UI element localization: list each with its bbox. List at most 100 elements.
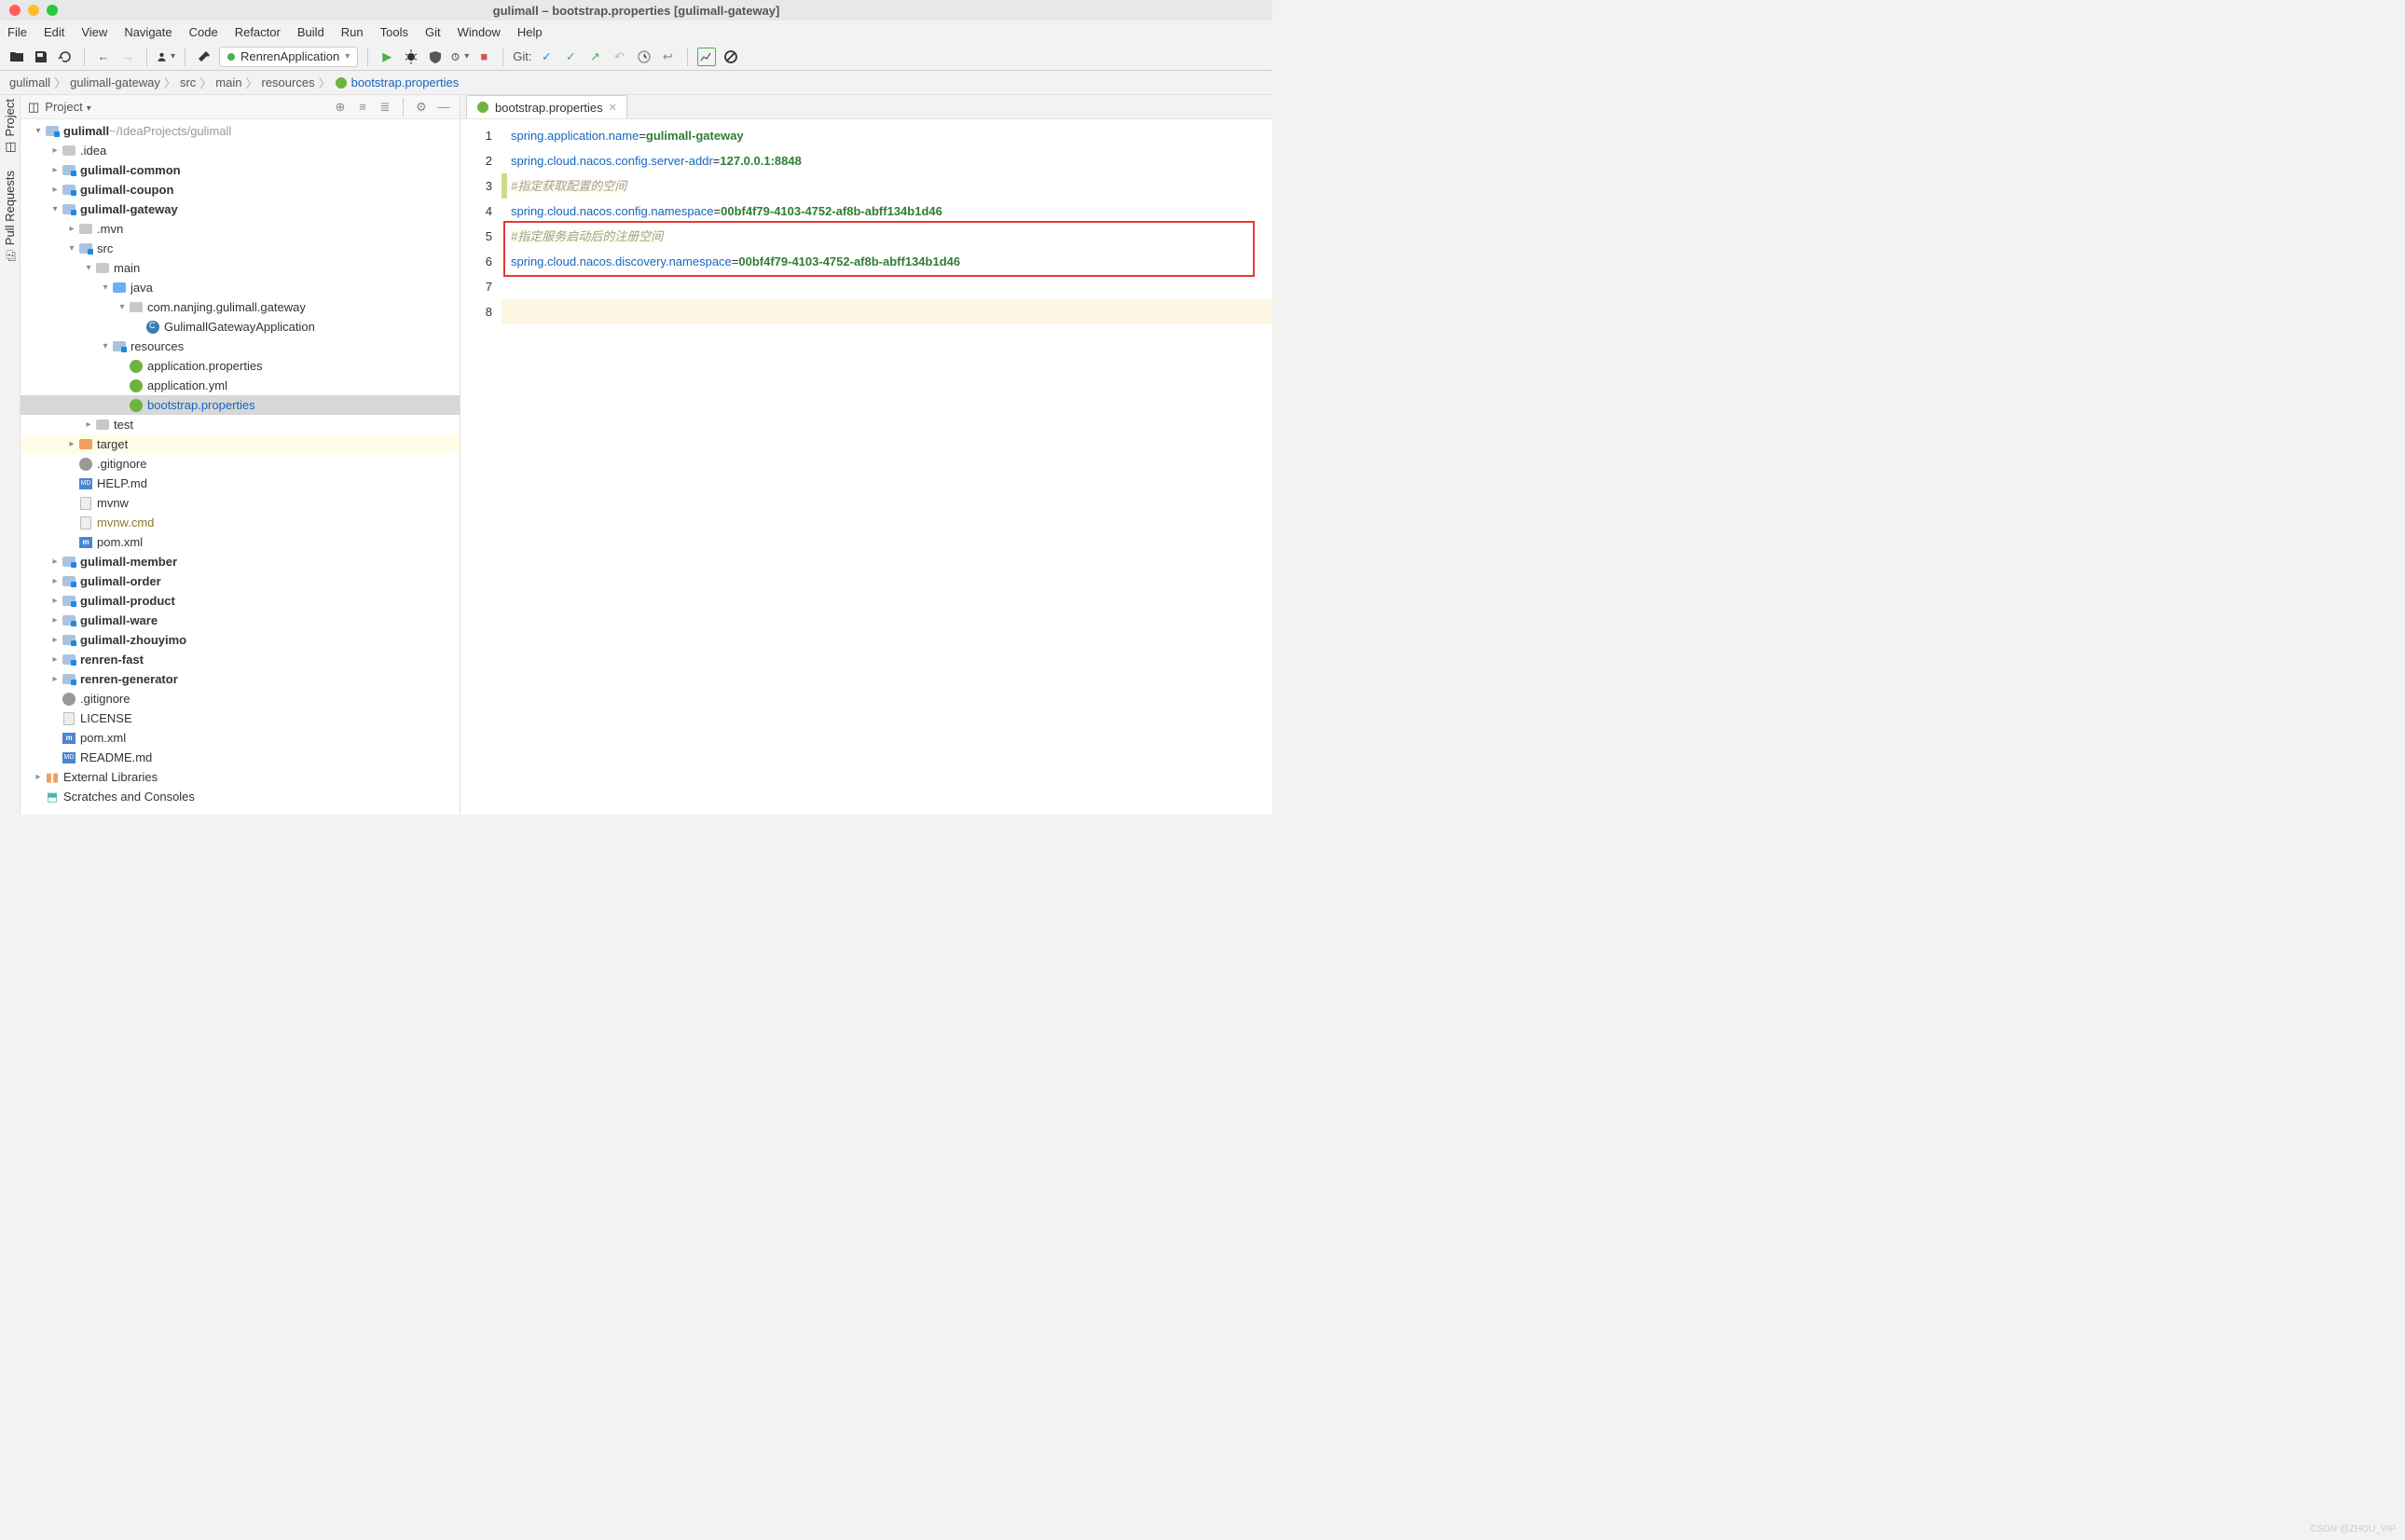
menu-navigate[interactable]: Navigate — [124, 25, 172, 39]
git-rollback-icon[interactable]: ↩ — [659, 48, 678, 66]
save-icon[interactable] — [32, 48, 50, 66]
menu-file[interactable]: File — [7, 25, 27, 39]
tree-node[interactable]: ▾gulimall-gateway — [21, 199, 460, 219]
breadcrumb-item[interactable]: gulimall — [9, 76, 50, 89]
tree-node[interactable]: MDHELP.md — [21, 474, 460, 493]
code-lines[interactable]: spring.application.name=gulimall-gateway… — [502, 119, 1272, 815]
tree-node[interactable]: ▸renren-fast — [21, 650, 460, 669]
git-undo-icon[interactable]: ↶ — [611, 48, 629, 66]
profiler-icon[interactable] — [450, 48, 469, 66]
tree-node[interactable]: mpom.xml — [21, 532, 460, 552]
expand-arrow-icon[interactable]: ▸ — [48, 145, 62, 156]
close-icon[interactable] — [9, 5, 21, 16]
git-history-icon[interactable] — [635, 48, 653, 66]
tree-node[interactable]: ▾com.nanjing.gulimall.gateway — [21, 297, 460, 317]
tree-node[interactable]: ▸gulimall-coupon — [21, 180, 460, 199]
code-area[interactable]: 12345678 spring.application.name=gulimal… — [460, 119, 1272, 815]
tree-node[interactable]: ▸.mvn — [21, 219, 460, 239]
pull-requests-tab[interactable]: ⎘Pull Requests — [3, 171, 17, 261]
tree-node[interactable]: ▸renren-generator — [21, 669, 460, 689]
tree-node[interactable]: mvnw.cmd — [21, 513, 460, 532]
tree-node[interactable]: ▸gulimall-common — [21, 160, 460, 180]
expand-arrow-icon[interactable]: ▸ — [48, 557, 62, 567]
coverage-icon[interactable] — [426, 48, 445, 66]
expand-arrow-icon[interactable]: ▸ — [65, 439, 78, 449]
block-icon[interactable] — [722, 48, 740, 66]
expand-arrow-icon[interactable]: ▾ — [82, 263, 95, 273]
expand-icon[interactable]: ≡ — [354, 99, 371, 116]
git-commit-icon[interactable]: ✓ — [562, 48, 581, 66]
maximize-icon[interactable] — [47, 5, 58, 16]
back-icon[interactable]: ← — [94, 48, 113, 66]
code-line[interactable]: spring.application.name=gulimall-gateway — [511, 123, 1272, 148]
expand-arrow-icon[interactable]: ▸ — [65, 224, 78, 234]
expand-arrow-icon[interactable]: ▸ — [48, 165, 62, 175]
breadcrumb-item[interactable]: src — [180, 76, 196, 89]
menu-view[interactable]: View — [81, 25, 107, 39]
tree-node[interactable]: ▸.idea — [21, 141, 460, 160]
breadcrumb-item[interactable]: bootstrap.properties — [351, 76, 460, 89]
project-tool-tab[interactable]: ◫Project — [3, 99, 17, 154]
code-line[interactable]: spring.cloud.nacos.config.namespace=00bf… — [511, 199, 1272, 224]
breadcrumb-item[interactable]: resources — [262, 76, 315, 89]
tree-node[interactable]: ▾resources — [21, 337, 460, 356]
tree-node[interactable]: application.yml — [21, 376, 460, 395]
expand-arrow-icon[interactable]: ▸ — [48, 596, 62, 606]
tree-node[interactable]: ▸gulimall-member — [21, 552, 460, 571]
tree-node[interactable]: ▾src — [21, 239, 460, 258]
hide-icon[interactable]: — — [435, 99, 452, 116]
expand-arrow-icon[interactable]: ▸ — [48, 615, 62, 626]
expand-arrow-icon[interactable]: ▸ — [48, 674, 62, 684]
tree-node[interactable]: ▸▮▮External Libraries — [21, 767, 460, 787]
expand-arrow-icon[interactable]: ▾ — [48, 204, 62, 214]
code-line[interactable] — [511, 274, 1272, 299]
project-view-selector[interactable]: Project — [45, 100, 91, 114]
close-tab-icon[interactable]: ✕ — [609, 102, 617, 114]
locate-icon[interactable]: ⊕ — [332, 99, 349, 116]
menu-refactor[interactable]: Refactor — [235, 25, 281, 39]
code-line[interactable]: #指定获取配置的空间 — [511, 173, 1272, 199]
forward-icon[interactable]: → — [118, 48, 137, 66]
profile-icon[interactable] — [157, 48, 175, 66]
tree-node[interactable]: ▸test — [21, 415, 460, 434]
collapse-icon[interactable]: ≣ — [377, 99, 393, 116]
project-tree[interactable]: ▾gulimall ~/IdeaProjects/gulimall▸.idea▸… — [21, 119, 460, 815]
tree-node[interactable]: bootstrap.properties — [21, 395, 460, 415]
run-icon[interactable]: ▶ — [378, 48, 396, 66]
tree-node[interactable]: application.properties — [21, 356, 460, 376]
stop-icon[interactable]: ■ — [474, 48, 493, 66]
tree-node[interactable]: GulimallGatewayApplication — [21, 317, 460, 337]
git-push-icon[interactable]: ↗ — [586, 48, 605, 66]
tree-node[interactable]: ▾main — [21, 258, 460, 278]
hammer-icon[interactable] — [195, 48, 213, 66]
tree-node[interactable]: ▸target — [21, 434, 460, 454]
tree-node[interactable]: ▸gulimall-order — [21, 571, 460, 591]
expand-arrow-icon[interactable]: ▸ — [32, 772, 45, 782]
editor-tab[interactable]: bootstrap.properties ✕ — [466, 95, 627, 118]
tree-node[interactable]: ▸gulimall-ware — [21, 611, 460, 630]
tree-node[interactable]: ▾java — [21, 278, 460, 297]
expand-arrow-icon[interactable]: ▾ — [65, 243, 78, 254]
breadcrumb-item[interactable]: main — [215, 76, 241, 89]
tree-node[interactable]: MDREADME.md — [21, 748, 460, 767]
code-line[interactable]: spring.cloud.nacos.config.server-addr=12… — [511, 148, 1272, 173]
minimize-icon[interactable] — [28, 5, 39, 16]
tree-node[interactable]: LICENSE — [21, 708, 460, 728]
tree-node[interactable]: ⬒Scratches and Consoles — [21, 787, 460, 806]
menu-tools[interactable]: Tools — [380, 25, 408, 39]
git-pull-icon[interactable]: ✓ — [538, 48, 557, 66]
expand-arrow-icon[interactable]: ▸ — [48, 576, 62, 586]
expand-arrow-icon[interactable]: ▸ — [82, 419, 95, 430]
menu-help[interactable]: Help — [517, 25, 543, 39]
expand-arrow-icon[interactable]: ▸ — [48, 635, 62, 645]
tree-node[interactable]: ▾gulimall ~/IdeaProjects/gulimall — [21, 121, 460, 141]
tree-node[interactable]: .gitignore — [21, 689, 460, 708]
chart-icon[interactable] — [697, 48, 716, 66]
expand-arrow-icon[interactable]: ▸ — [48, 654, 62, 665]
breadcrumb-item[interactable]: gulimall-gateway — [70, 76, 160, 89]
run-config-selector[interactable]: RenrenApplication ▾ — [219, 47, 358, 67]
tree-node[interactable]: mpom.xml — [21, 728, 460, 748]
expand-arrow-icon[interactable]: ▸ — [48, 185, 62, 195]
menu-run[interactable]: Run — [341, 25, 364, 39]
tree-node[interactable]: .gitignore — [21, 454, 460, 474]
